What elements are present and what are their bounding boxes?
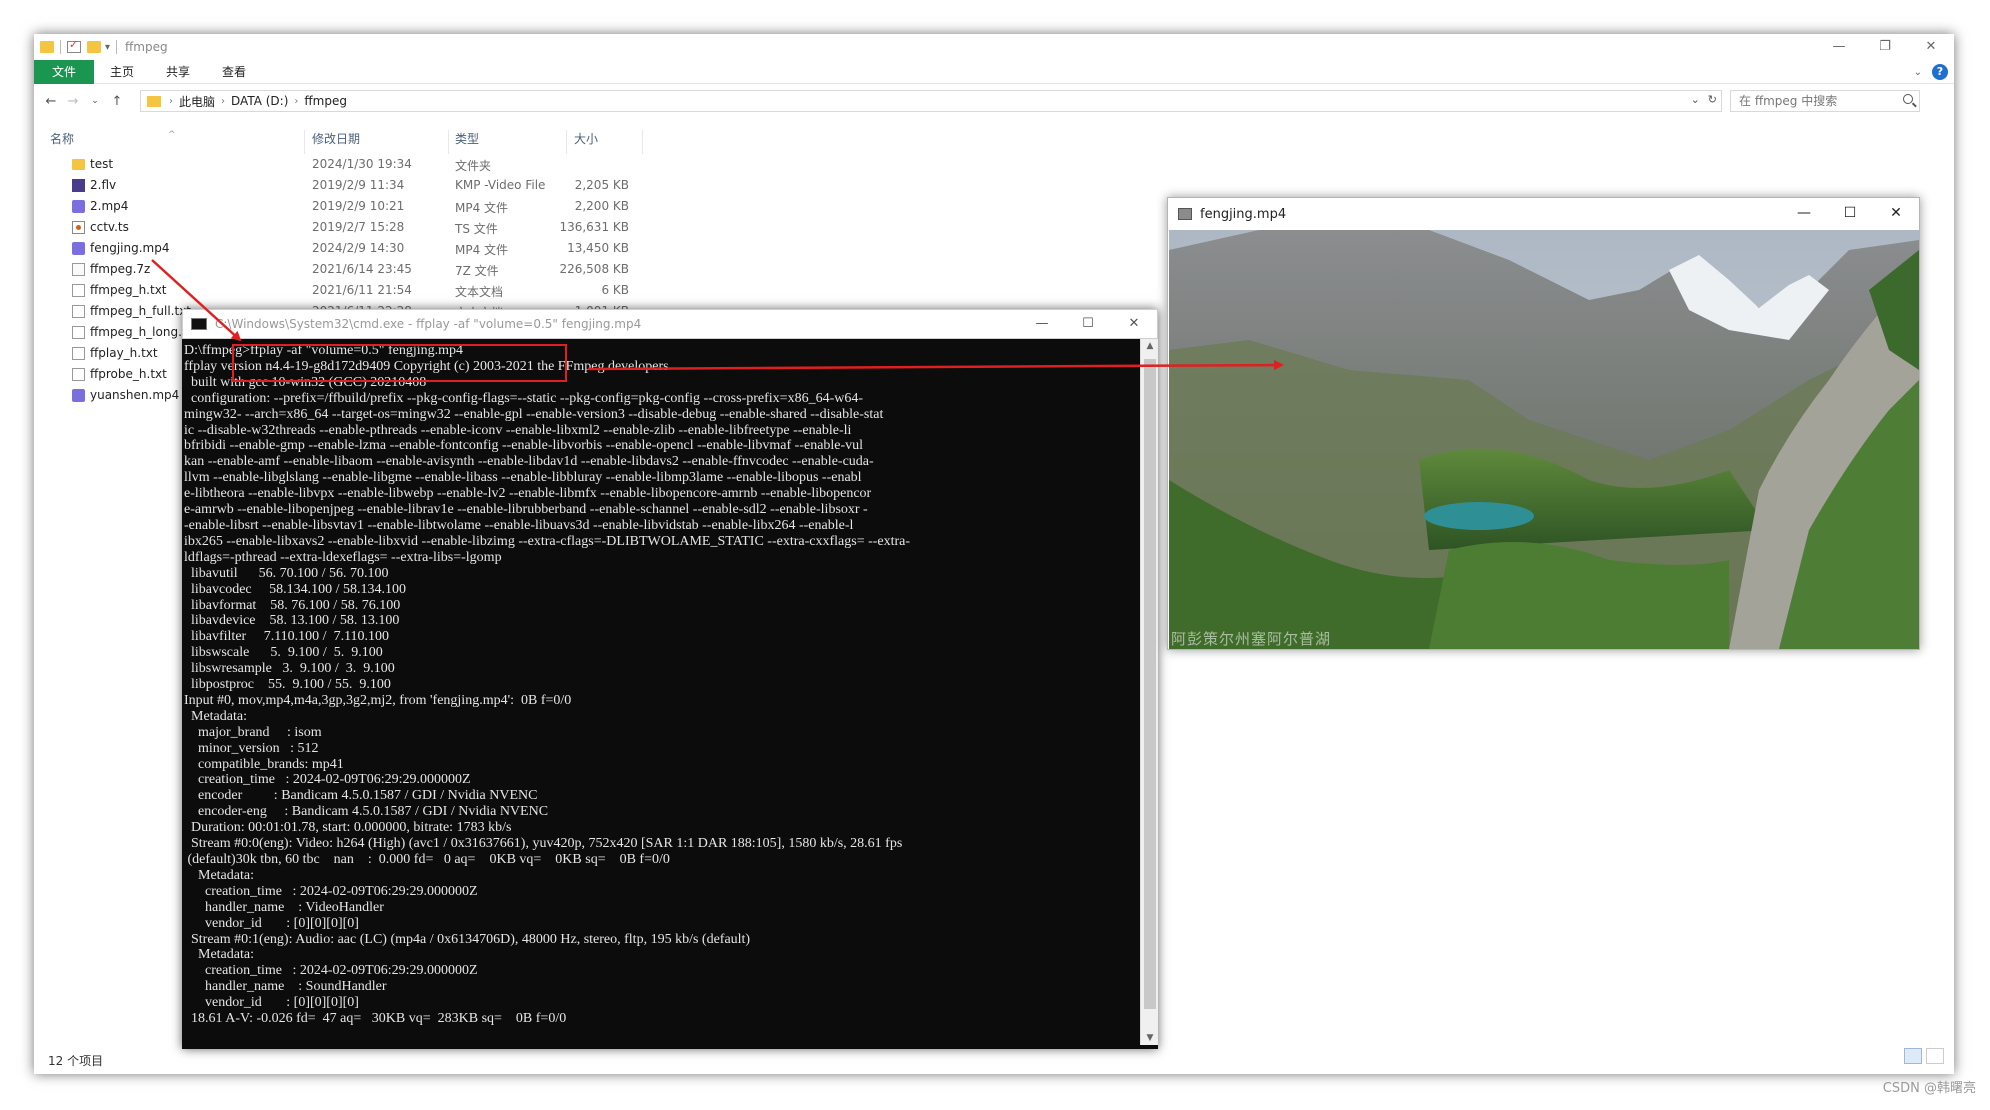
- annotation-arrows: [151, 259, 1284, 371]
- arrow-file-to-command: [151, 259, 242, 342]
- arrow-command-to-video: [587, 360, 1284, 371]
- watermark: CSDN @韩曙亮: [1882, 1081, 1976, 1096]
